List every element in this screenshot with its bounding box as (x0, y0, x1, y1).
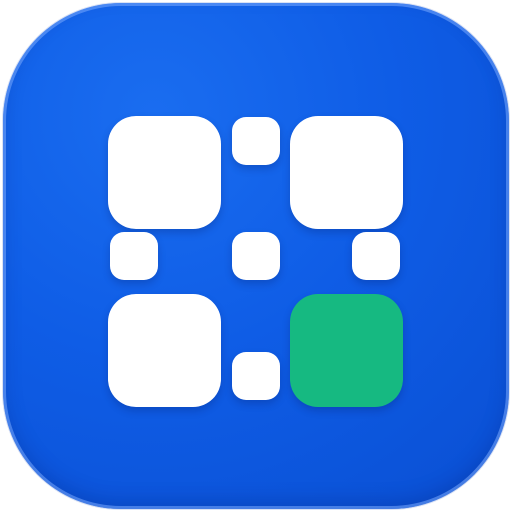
tile-small-middle-right (352, 232, 400, 280)
tile-small-bottom-center (232, 352, 280, 400)
icon-canvas (0, 0, 512, 512)
app-icon[interactable] (3, 3, 509, 509)
tile-large-top-right (290, 116, 403, 229)
tile-large-bottom-left (108, 294, 221, 407)
tile-small-middle-left (110, 232, 158, 280)
tile-small-top-center (232, 117, 280, 165)
tile-large-top-left (108, 116, 221, 229)
tile-small-middle-center (232, 232, 280, 280)
tile-large-bottom-right-accent (290, 294, 403, 407)
